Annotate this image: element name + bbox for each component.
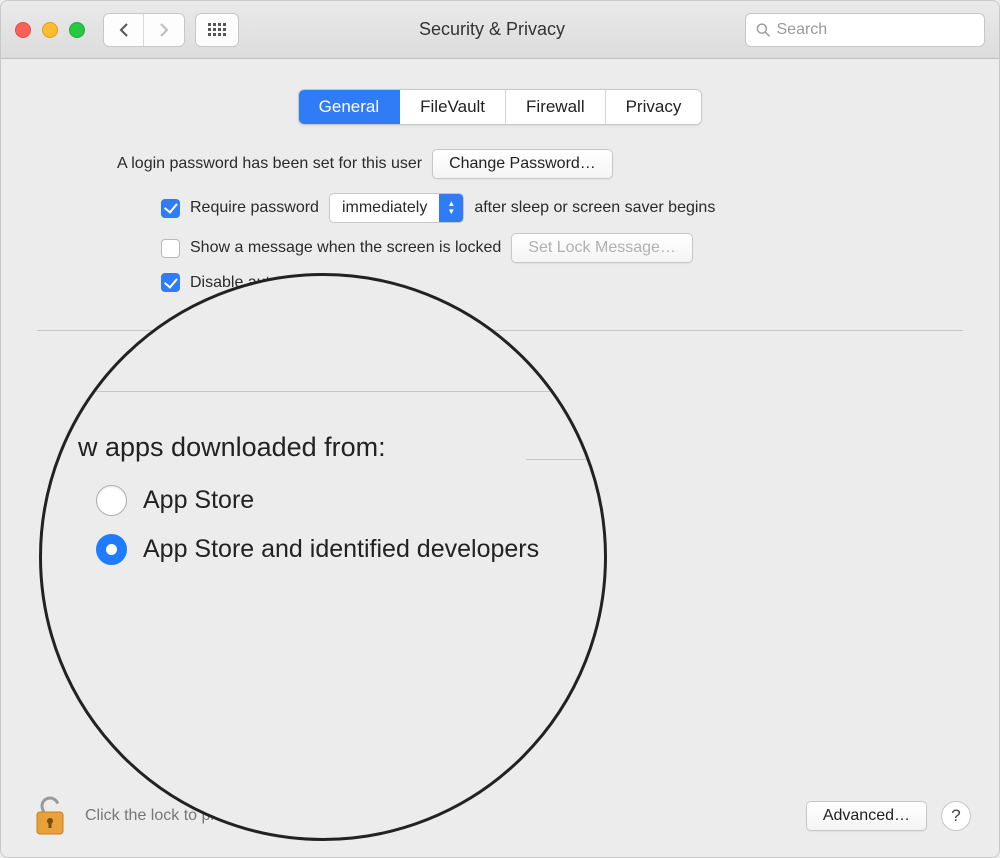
select-stepper-icon: ▲▼ — [439, 194, 463, 222]
require-password-delay-select[interactable]: immediately ▲▼ — [329, 193, 464, 223]
tab-firewall[interactable]: Firewall — [506, 90, 606, 124]
titlebar: Security & Privacy — [1, 1, 999, 59]
magnifier-identified-radio[interactable] — [96, 534, 127, 565]
magnifier-content: w apps downloaded from: App Store App St… — [42, 276, 604, 838]
require-password-checkbox[interactable] — [161, 199, 180, 218]
require-password-delay-value: immediately — [330, 199, 439, 217]
magnifier-app-store-label: App Store — [143, 486, 254, 515]
grid-icon — [208, 23, 226, 37]
advanced-button[interactable]: Advanced… — [806, 801, 927, 831]
tabs-row: General FileVault Firewall Privacy — [1, 59, 999, 149]
chevron-right-icon — [158, 22, 170, 38]
tabbar: General FileVault Firewall Privacy — [298, 89, 703, 125]
back-button[interactable] — [104, 14, 144, 46]
nav-back-forward — [103, 13, 185, 47]
after-sleep-label: after sleep or screen saver begins — [474, 199, 715, 217]
require-password-label: Require password — [190, 199, 319, 217]
change-password-button[interactable]: Change Password… — [432, 149, 613, 179]
show-all-button[interactable] — [195, 13, 239, 47]
window-controls — [15, 22, 85, 38]
zoom-window-button[interactable] — [69, 22, 85, 38]
tab-privacy[interactable]: Privacy — [606, 90, 702, 124]
chevron-left-icon — [118, 22, 130, 38]
magnifier-app-store-radio[interactable] — [96, 485, 127, 516]
search-input[interactable] — [777, 21, 975, 39]
prefs-window: Security & Privacy General FileVault Fir… — [0, 0, 1000, 858]
page-title: Security & Privacy — [247, 19, 737, 40]
search-field[interactable] — [745, 13, 985, 47]
magnifier-identified-label: App Store and identified developers — [143, 535, 539, 564]
magnifier-overlay: w apps downloaded from: App Store App St… — [39, 273, 607, 841]
forward-button[interactable] — [144, 14, 184, 46]
tab-general[interactable]: General — [299, 90, 400, 124]
help-button[interactable]: ? — [941, 801, 971, 831]
show-lock-message-label: Show a message when the screen is locked — [190, 239, 501, 257]
login-password-statement: A login password has been set for this u… — [117, 155, 422, 173]
search-icon — [756, 22, 771, 38]
close-window-button[interactable] — [15, 22, 31, 38]
show-lock-message-checkbox[interactable] — [161, 239, 180, 258]
minimize-window-button[interactable] — [42, 22, 58, 38]
set-lock-message-button[interactable]: Set Lock Message… — [511, 233, 693, 263]
magnifier-heading: w apps downloaded from: — [78, 432, 604, 463]
tab-filevault[interactable]: FileVault — [400, 90, 506, 124]
